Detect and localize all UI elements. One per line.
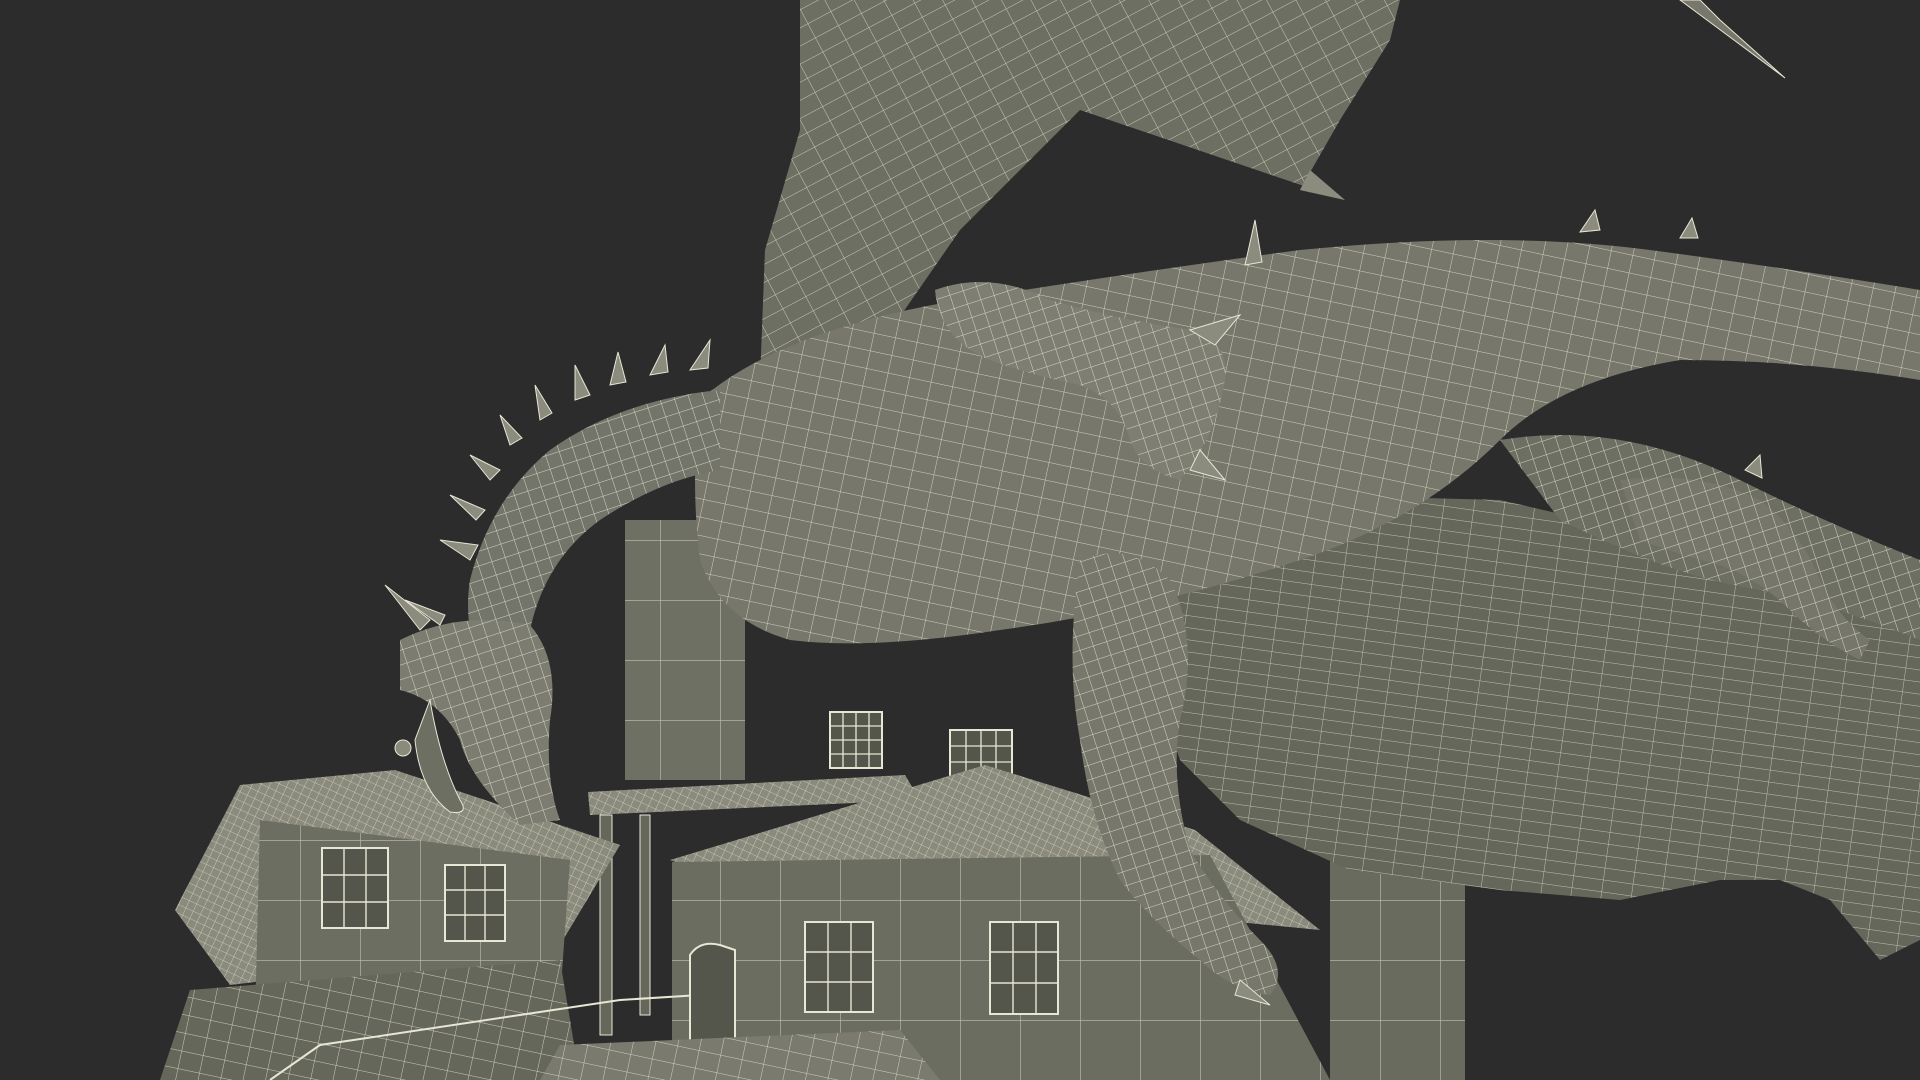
window-icon <box>989 921 1059 1015</box>
render-viewport <box>0 0 1920 1080</box>
window-icon <box>804 921 874 1013</box>
window-icon <box>321 847 389 929</box>
window-icon <box>444 864 506 942</box>
wireframe-render <box>0 0 1920 1080</box>
window-icon <box>829 711 883 769</box>
